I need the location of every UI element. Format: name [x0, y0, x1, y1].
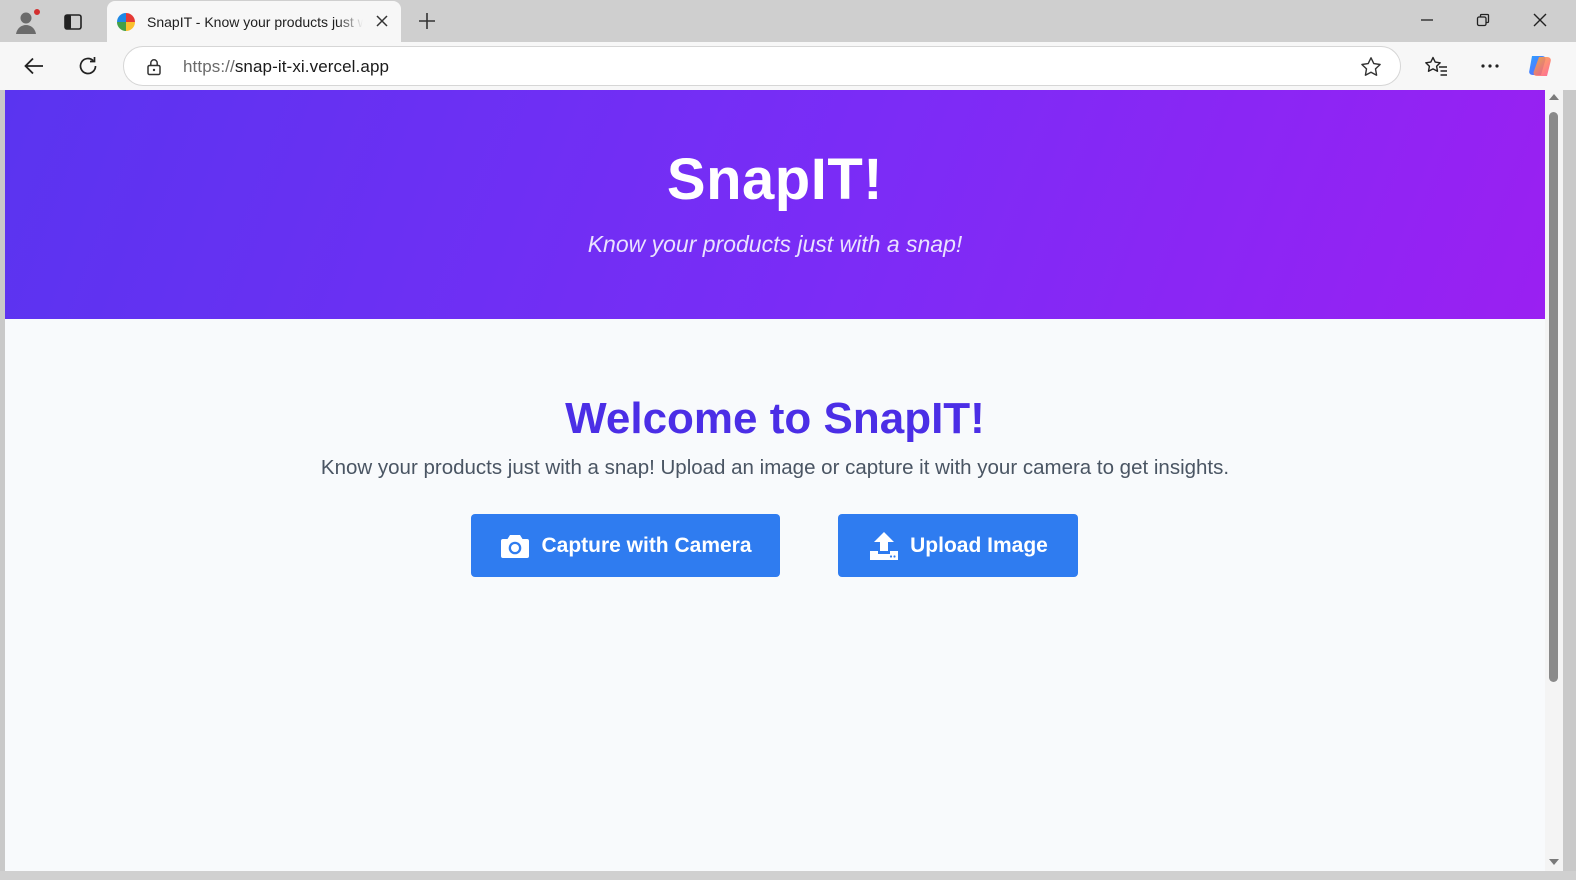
camera-icon — [499, 531, 531, 561]
back-button[interactable] — [20, 52, 48, 80]
welcome-description: Know your products just with a snap! Upl… — [320, 456, 1230, 479]
tab-strip: SnapIT - Know your products just with a … — [0, 0, 1576, 42]
star-icon[interactable] — [1360, 56, 1382, 78]
hero-banner: SnapIT! Know your products just with a s… — [5, 90, 1545, 319]
snapit-favicon — [117, 12, 135, 31]
refresh-icon — [79, 57, 97, 75]
profile-icon[interactable] — [12, 8, 41, 36]
tab-close-icon[interactable] — [373, 12, 391, 30]
url-scheme: https:// — [183, 57, 235, 76]
upload-image-button[interactable]: Upload Image — [838, 514, 1078, 577]
scroll-up-arrow-icon[interactable] — [1549, 94, 1559, 100]
vertical-scrollbar[interactable] — [1545, 90, 1563, 871]
page-viewport: SnapIT! Know your products just with a s… — [5, 90, 1545, 871]
site-title: SnapIT! — [666, 147, 884, 212]
minimize-button[interactable] — [1399, 0, 1455, 40]
capture-camera-label: Capture with Camera — [541, 533, 752, 557]
refresh-button[interactable] — [74, 52, 102, 80]
new-tab-button[interactable] — [414, 8, 440, 34]
url-host: snap-it-xi.vercel.app — [234, 57, 390, 76]
tab-actions-icon[interactable] — [60, 9, 86, 35]
copilot-icon[interactable] — [1526, 52, 1554, 80]
tab-title: SnapIT - Know your products just with a … — [147, 13, 363, 30]
upload-image-label: Upload Image — [910, 533, 1048, 557]
active-tab[interactable]: SnapIT - Know your products just with a … — [107, 1, 401, 42]
window-bottom-edge — [0, 871, 1576, 880]
more-icon — [1481, 64, 1499, 68]
back-arrow-icon — [24, 57, 43, 75]
favorites-button[interactable] — [1422, 52, 1450, 80]
minimize-icon — [1421, 19, 1433, 21]
restore-button[interactable] — [1455, 0, 1511, 40]
url-text[interactable]: https://snap-it-xi.vercel.app — [183, 57, 389, 77]
close-window-button[interactable] — [1512, 0, 1568, 40]
restore-icon — [1476, 13, 1490, 27]
more-button[interactable] — [1476, 52, 1504, 80]
upload-icon — [868, 531, 900, 561]
site-tagline: Know your products just with a snap! — [587, 231, 963, 257]
scroll-down-arrow-icon[interactable] — [1549, 859, 1559, 865]
address-bar[interactable]: https://snap-it-xi.vercel.app — [123, 46, 1401, 86]
browser-toolbar: https://snap-it-xi.vercel.app — [0, 42, 1576, 90]
capture-camera-button[interactable]: Capture with Camera — [471, 514, 780, 577]
plus-icon — [419, 13, 435, 29]
welcome-heading: Welcome to SnapIT! — [565, 394, 985, 443]
favorites-icon — [1425, 56, 1447, 76]
notification-dot — [33, 8, 41, 16]
close-icon — [1533, 13, 1547, 27]
lock-icon[interactable] — [144, 57, 164, 77]
scroll-thumb[interactable] — [1549, 112, 1558, 682]
